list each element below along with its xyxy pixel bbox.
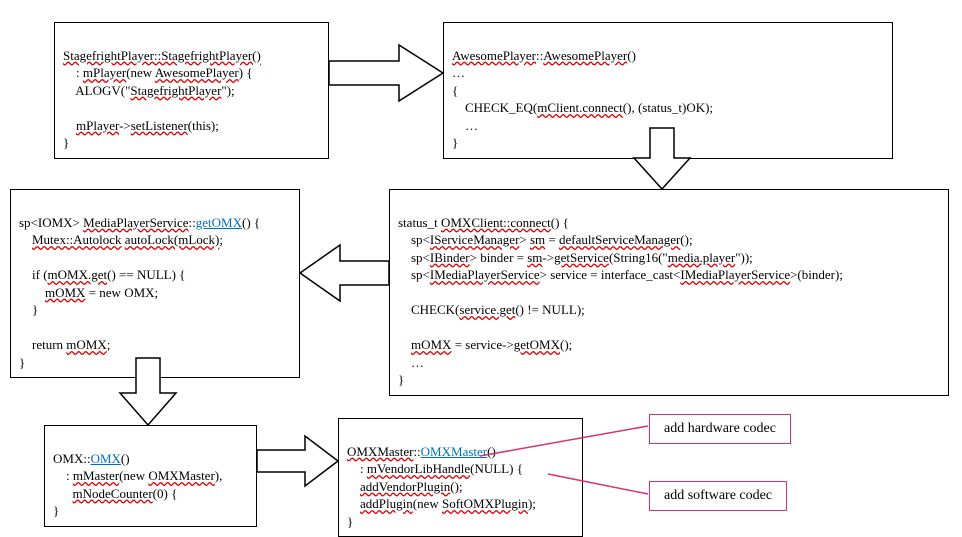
code-line: } xyxy=(19,355,25,370)
code-line: OMX::OMX() xyxy=(53,451,130,466)
ident: MediaPlayerService xyxy=(83,215,188,230)
ident: mVendorLibHandle xyxy=(367,461,470,476)
code-line: : mMaster(new OMXMaster), xyxy=(53,468,222,483)
ident: mPlayer xyxy=(76,118,119,133)
code-line: sp<IServiceManager> sm = defaultServiceM… xyxy=(398,232,693,247)
code-line: CHECK_EQ(mClient.connect(), (status_t)OK… xyxy=(452,100,713,115)
box-omxclient-connect: status_t OMXClient::connect() { sp<IServ… xyxy=(389,189,949,396)
ident: service.get xyxy=(459,302,515,317)
ident: OMXMaster xyxy=(347,444,413,459)
ident: SoftOMXPlugin xyxy=(442,496,528,511)
code-line: … xyxy=(452,65,465,80)
code-line: } xyxy=(53,503,59,518)
ident: mMaster xyxy=(73,468,119,483)
code-line: } xyxy=(398,372,404,387)
ident: StagefrightPlayer::StagefrightPlayer() xyxy=(63,48,261,63)
ident: addPlugin xyxy=(360,496,413,511)
box-getomx: sp<IOMX> MediaPlayerService::getOMX() { … xyxy=(10,189,300,378)
annotation-hardware-codec: add hardware codec xyxy=(649,414,791,444)
code-line: addPlugin(new SoftOMXPlugin); xyxy=(347,496,536,511)
box-omx-ctor: OMX::OMX() : mMaster(new OMXMaster), mNo… xyxy=(44,425,257,527)
box-awesomeplayer: AwesomePlayer::AwesomePlayer() … { CHECK… xyxy=(443,22,893,159)
code-line: sp<IBinder> binder = sm->getService(Stri… xyxy=(398,250,753,265)
ident: autoLock(mLock) xyxy=(125,232,220,247)
ident: Mutex::Autolock xyxy=(32,232,122,247)
code-line: … xyxy=(452,118,478,133)
code-line: } xyxy=(347,514,353,529)
ident: IMediaPlayerService xyxy=(430,267,540,282)
code-line: } xyxy=(19,302,38,317)
ident: OMXClient::connect xyxy=(441,215,551,230)
ident: media.player xyxy=(668,250,736,265)
ident: mPlayer xyxy=(83,65,126,80)
code-line: mPlayer->setListener(this); xyxy=(63,118,219,133)
ident: mClient.connect xyxy=(537,100,623,115)
ident: getOMX xyxy=(514,337,560,352)
code-line: sp<IMediaPlayerService> service = interf… xyxy=(398,267,843,282)
code-line: sp<IOMX> MediaPlayerService::getOMX() { xyxy=(19,215,260,230)
ident: defaultServiceManager xyxy=(559,232,680,247)
code-line: { xyxy=(452,83,458,98)
code-line: if (mOMX.get() == NULL) { xyxy=(19,267,185,282)
ident: AwesomePlayer xyxy=(452,48,536,63)
ident-link: OMXMaster xyxy=(421,444,487,459)
code-line: } xyxy=(63,135,69,150)
ident-link: getOMX xyxy=(196,215,242,230)
code-line: AwesomePlayer::AwesomePlayer() xyxy=(452,48,636,63)
ident-link: OMX xyxy=(91,451,121,466)
ident: sm xyxy=(530,232,545,247)
ident: AwesomePlayer xyxy=(543,48,627,63)
ident: IMediaPlayerService xyxy=(680,267,790,282)
ident: mOMX xyxy=(45,285,85,300)
ident: sm xyxy=(527,250,542,265)
annotation-software-codec: add software codec xyxy=(649,481,787,511)
code-line: : mVendorLibHandle(NULL) { xyxy=(347,461,523,476)
ident: mNodeCounter xyxy=(73,486,153,501)
code-line: addVendorPlugin(); xyxy=(347,479,463,494)
code-line: CHECK(service.get() != NULL); xyxy=(398,302,585,317)
ident: IServiceManager xyxy=(430,232,520,247)
ident: mOMX xyxy=(66,337,106,352)
ident: IBinder xyxy=(430,250,470,265)
ident: OMXMaster xyxy=(148,468,214,483)
arrow-omx-to-omxmaster xyxy=(257,436,338,486)
code-line: mNodeCounter(0) { xyxy=(53,486,177,501)
arrow-omxclient-to-getomx xyxy=(300,245,389,301)
code-line: status_t OMXClient::connect() { xyxy=(398,215,569,230)
ident: StagefrightPlayer xyxy=(130,83,221,98)
ident: addVendorPlugin xyxy=(360,479,450,494)
code-line: Mutex::Autolock autoLock(mLock); xyxy=(19,232,223,247)
ident: setListener xyxy=(131,118,188,133)
code-line: mOMX = service->getOMX(); xyxy=(398,337,572,352)
box-omxmaster: OMXMaster::OMXMaster() : mVendorLibHandl… xyxy=(338,418,583,537)
code-line: return mOMX; xyxy=(19,337,110,352)
ident: AwesomePlayer xyxy=(155,65,239,80)
code-line: … xyxy=(398,355,424,370)
code-line: } xyxy=(452,135,458,150)
code-line: ALOGV("StagefrightPlayer"); xyxy=(63,83,235,98)
code-line: : mPlayer(new AwesomePlayer) { xyxy=(63,65,253,80)
ident: mOMX.get xyxy=(48,267,108,282)
ident: getService xyxy=(554,250,609,265)
ident: mOMX xyxy=(411,337,451,352)
code-line: OMXMaster::OMXMaster() xyxy=(347,444,496,459)
box-stagefrightplayer: StagefrightPlayer::StagefrightPlayer() :… xyxy=(54,22,329,159)
arrow-stagefright-to-awesome xyxy=(329,45,443,101)
code-line: mOMX = new OMX; xyxy=(19,285,158,300)
code-line: StagefrightPlayer::StagefrightPlayer() xyxy=(63,48,261,63)
